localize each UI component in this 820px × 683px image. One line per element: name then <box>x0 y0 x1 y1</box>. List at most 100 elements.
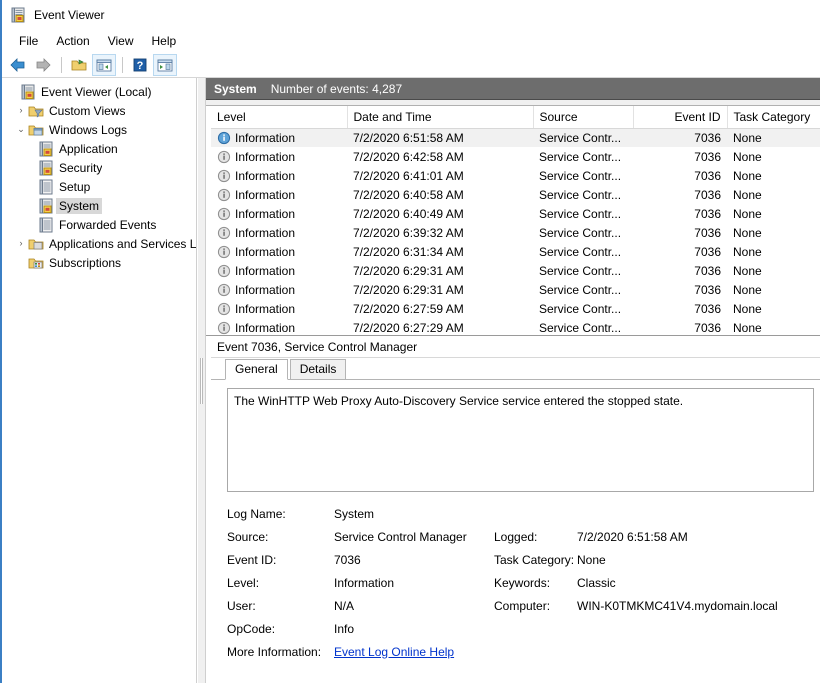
menu-action[interactable]: Action <box>47 32 98 50</box>
value-task-category: None <box>577 553 820 567</box>
level-label: Information <box>235 302 295 316</box>
tree-item-subscriptions[interactable]: Subscriptions <box>2 253 196 272</box>
label-log-name: Log Name: <box>227 507 334 521</box>
log-plain-icon <box>38 217 54 233</box>
table-row[interactable]: Information 7/2/2020 6:29:31 AM Service … <box>211 261 820 280</box>
column-header-source[interactable]: Source <box>533 106 633 128</box>
information-icon <box>217 283 231 297</box>
label-more-information: More Information: <box>227 645 334 659</box>
menu-help[interactable]: Help <box>143 32 186 50</box>
cell-event-id: 7036 <box>633 223 727 242</box>
value-opcode: Info <box>334 622 494 636</box>
level-label: Information <box>235 131 295 145</box>
cell-datetime: 7/2/2020 6:27:59 AM <box>347 299 533 318</box>
tree-item-application[interactable]: Application <box>2 139 196 158</box>
cell-event-id: 7036 <box>633 185 727 204</box>
table-row[interactable]: Information 7/2/2020 6:41:01 AM Service … <box>211 166 820 185</box>
tree-item-applications-and-services-logs[interactable]: › Applications and Services Lo <box>2 234 196 253</box>
tree-item-label: Application <box>59 142 118 156</box>
cell-source: Service Contr... <box>533 242 633 261</box>
tab-details[interactable]: Details <box>290 359 347 379</box>
tree-item-setup[interactable]: Setup <box>2 177 196 196</box>
cell-datetime: 7/2/2020 6:27:29 AM <box>347 318 533 336</box>
value-log-name: System <box>334 507 494 521</box>
cell-level: Information <box>211 223 347 242</box>
value-source: Service Control Manager <box>334 530 494 544</box>
table-row[interactable]: Information 7/2/2020 6:27:29 AM Service … <box>211 318 820 336</box>
tree-item-windows-logs[interactable]: ⌄ Windows Logs <box>2 120 196 139</box>
show-hide-action-pane-icon[interactable] <box>153 54 177 76</box>
chevron-right-icon[interactable]: › <box>14 101 28 120</box>
tree-item-custom-views[interactable]: › Custom Views <box>2 101 196 120</box>
field-row-more-information: More Information: Event Log Online Help <box>227 640 820 663</box>
information-icon <box>217 188 231 202</box>
list-event-count: Number of events: 4,287 <box>271 82 402 96</box>
event-viewer-icon <box>20 84 36 100</box>
table-row[interactable]: Information 7/2/2020 6:51:58 AM Service … <box>211 128 820 147</box>
cell-event-id: 7036 <box>633 166 727 185</box>
cell-task-category: None <box>727 242 820 261</box>
table-row[interactable]: Information 7/2/2020 6:40:49 AM Service … <box>211 204 820 223</box>
level-label: Information <box>235 150 295 164</box>
level-label: Information <box>235 264 295 278</box>
column-header-task-category[interactable]: Task Category <box>727 106 820 128</box>
cell-datetime: 7/2/2020 6:41:01 AM <box>347 166 533 185</box>
detail-tabstrip: General Details <box>211 358 820 380</box>
chevron-right-icon[interactable]: › <box>14 234 28 253</box>
log-alert-icon <box>38 141 54 157</box>
back-arrow-icon[interactable] <box>6 54 30 76</box>
table-row[interactable]: Information 7/2/2020 6:27:59 AM Service … <box>211 299 820 318</box>
show-hide-folder-icon[interactable] <box>67 54 91 76</box>
table-row[interactable]: Information 7/2/2020 6:39:32 AM Service … <box>211 223 820 242</box>
tree-item-label: Security <box>59 161 102 175</box>
cell-source: Service Contr... <box>533 128 633 147</box>
information-icon <box>217 321 231 335</box>
cell-datetime: 7/2/2020 6:51:58 AM <box>347 128 533 147</box>
cell-level: Information <box>211 318 347 336</box>
cell-event-id: 7036 <box>633 147 727 166</box>
value-event-id: 7036 <box>334 553 494 567</box>
cell-level: Information <box>211 166 347 185</box>
tree-item-event-viewer-local[interactable]: Event Viewer (Local) <box>2 82 196 101</box>
menu-bar: File Action View Help <box>2 30 820 52</box>
help-icon[interactable]: ? <box>128 54 152 76</box>
pane-splitter[interactable] <box>197 78 206 683</box>
level-label: Information <box>235 321 295 335</box>
event-message-box[interactable]: The WinHTTP Web Proxy Auto-Discovery Ser… <box>227 388 814 492</box>
column-header-event-id[interactable]: Event ID <box>633 106 727 128</box>
tab-general[interactable]: General <box>225 359 288 380</box>
cell-level: Information <box>211 204 347 223</box>
event-log-online-help-link[interactable]: Event Log Online Help <box>334 645 494 659</box>
table-row[interactable]: Information 7/2/2020 6:42:58 AM Service … <box>211 147 820 166</box>
column-header-level[interactable]: Level <box>211 106 347 128</box>
cell-task-category: None <box>727 185 820 204</box>
table-row[interactable]: Information 7/2/2020 6:40:58 AM Service … <box>211 185 820 204</box>
tree-item-system[interactable]: System <box>2 196 196 215</box>
information-icon <box>217 302 231 316</box>
table-row[interactable]: Information 7/2/2020 6:31:34 AM Service … <box>211 242 820 261</box>
menu-file[interactable]: File <box>10 32 47 50</box>
show-hide-console-tree-icon[interactable] <box>92 54 116 76</box>
tree-item-security[interactable]: Security <box>2 158 196 177</box>
column-header-date-and-time[interactable]: Date and Time <box>347 106 533 128</box>
cell-event-id: 7036 <box>633 318 727 336</box>
console-tree-pane: Event Viewer (Local) › Custom Views ⌄ <box>2 78 197 683</box>
label-event-id: Event ID: <box>227 553 334 567</box>
value-computer: WIN-K0TMKMC41V4.mydomain.local <box>577 599 820 613</box>
event-message-text: The WinHTTP Web Proxy Auto-Discovery Ser… <box>234 394 683 408</box>
menu-view[interactable]: View <box>99 32 143 50</box>
label-task-category: Task Category: <box>494 553 577 567</box>
cell-level: Information <box>211 280 347 299</box>
table-row[interactable]: Information 7/2/2020 6:29:31 AM Service … <box>211 280 820 299</box>
event-detail-pane: Event 7036, Service Control Manager Gene… <box>206 336 820 683</box>
chevron-down-icon[interactable]: ⌄ <box>14 120 28 139</box>
cell-event-id: 7036 <box>633 204 727 223</box>
events-list[interactable]: Level Date and Time Source Event ID Task… <box>206 106 820 336</box>
level-label: Information <box>235 188 295 202</box>
cell-level: Information <box>211 128 347 147</box>
information-icon <box>217 207 231 221</box>
information-icon <box>217 169 231 183</box>
tree-item-forwarded-events[interactable]: Forwarded Events <box>2 215 196 234</box>
tree-item-label: System <box>56 198 102 214</box>
forward-arrow-icon[interactable] <box>31 54 55 76</box>
